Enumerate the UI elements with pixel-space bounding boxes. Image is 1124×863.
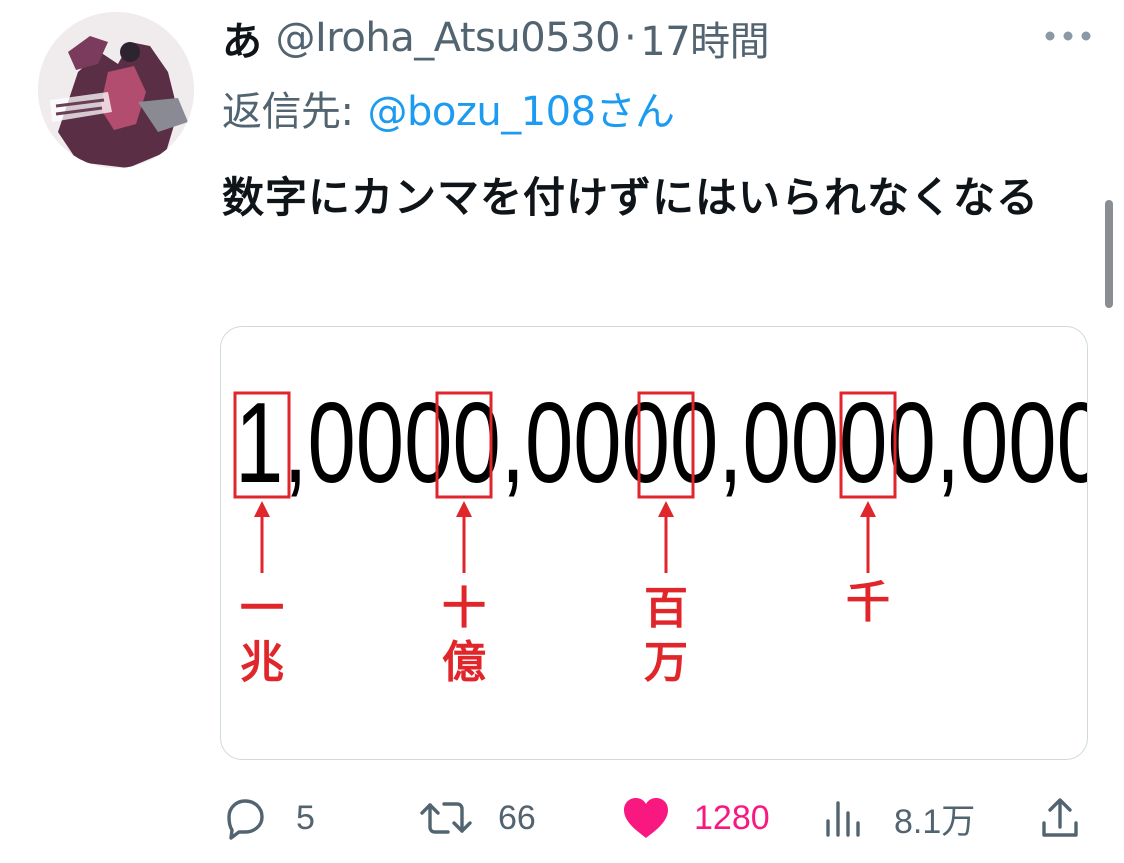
label-million-2: 万 (644, 637, 688, 688)
reply-button[interactable]: 5 (218, 786, 315, 850)
avatar[interactable] (38, 12, 194, 168)
share-button[interactable] (1036, 786, 1084, 850)
svg-text:1,0000,0000,0000,000: 1,0000,0000,0000,000 (235, 380, 1088, 507)
group-4: ,000 (936, 380, 1088, 507)
reply-to-handle[interactable]: @bozu_108さん (367, 79, 675, 137)
number-places-figure: 1,0000,0000,0000,000 一 兆 十 億 百 万 千 (233, 380, 1088, 688)
digit-one: 1 (235, 380, 283, 507)
label-million-1: 百 (644, 583, 688, 634)
views-count: 8.1万 (894, 802, 976, 841)
views-button[interactable]: 8.1万 (822, 786, 975, 850)
more-button[interactable] (1038, 22, 1098, 50)
tweet-header: あ @Iroha_Atsu0530 · 17時間 (222, 9, 770, 67)
group-3: ,000 (718, 380, 887, 507)
tweet-media-image[interactable]: 1,0000,0000,0000,000 一 兆 十 億 百 万 千 (220, 326, 1088, 760)
label-billion-1: 十 (442, 583, 486, 634)
display-name[interactable]: あ (222, 9, 262, 67)
retweet-count: 66 (498, 798, 536, 837)
like-count: 1280 (694, 798, 770, 837)
retweet-icon (414, 795, 478, 841)
heart-icon (618, 795, 674, 841)
reply-bubble-icon (218, 795, 272, 841)
reply-context: 返信先: @bozu_108さん (222, 80, 675, 136)
user-handle[interactable]: @Iroha_Atsu0530 (276, 15, 621, 61)
like-button[interactable]: 1280 (618, 786, 770, 850)
group-2: ,000 (501, 380, 670, 507)
reply-count: 5 (296, 798, 315, 837)
label-trillion-1: 一 (240, 583, 284, 634)
timestamp[interactable]: 17時間 (640, 9, 769, 67)
separator-dot: · (624, 15, 637, 61)
label-trillion-2: 兆 (240, 637, 284, 688)
label-billion-2: 億 (442, 637, 486, 688)
action-bar: 5 66 1280 8.1万 (0, 786, 1124, 850)
scrollbar-thumb[interactable] (1105, 200, 1113, 308)
avatar-art (38, 12, 194, 168)
label-thousand-1: 千 (846, 577, 890, 628)
tweet-text: 数字にカンマを付けずにはいられなくなる (222, 173, 1040, 222)
views-bars-icon (822, 795, 866, 841)
more-dots-icon (1045, 31, 1091, 41)
retweet-button[interactable]: 66 (414, 786, 536, 850)
group-1: ,000 (283, 380, 452, 507)
share-icon (1036, 795, 1084, 841)
digit-billion-ten: 0 (453, 380, 501, 507)
reply-prefix: 返信先: (222, 89, 354, 135)
